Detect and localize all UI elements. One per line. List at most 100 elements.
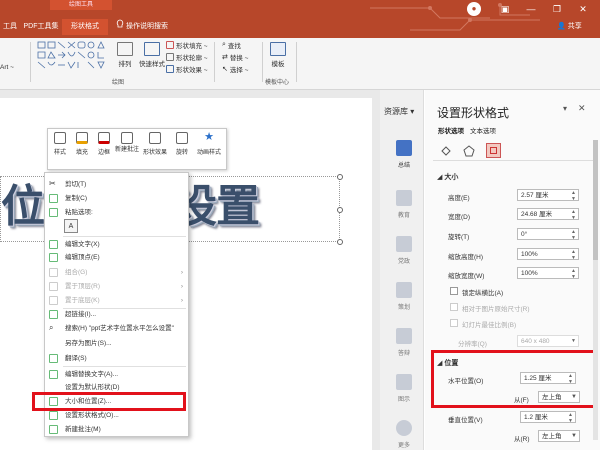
mini-outline-button[interactable]: 边框 (93, 132, 115, 166)
menu-item-search[interactable]: ⌕ 搜索(H) "ppt艺术字位置水平怎么设置" (45, 322, 188, 335)
menu-item-new-comment[interactable]: 新建批注(M) (45, 423, 188, 436)
group-separator (30, 42, 31, 82)
pane-title: 设置形状格式 (437, 106, 510, 120)
template-button[interactable]: 模板 (268, 42, 288, 68)
spinner-icon[interactable]: ▲ ▼ (571, 190, 576, 202)
replace-button[interactable]: ⇄ 替换 ~ (222, 52, 248, 62)
resize-handle[interactable] (337, 239, 343, 245)
spinner-icon[interactable]: ▲ ▼ (568, 412, 573, 424)
menu-item-translate[interactable]: 翻译(S) (45, 352, 188, 365)
format-shape-icon (49, 411, 58, 420)
resource-library-header[interactable]: 资源库 ▾ (384, 106, 414, 117)
shape-outline-button[interactable]: 形状轮廓 ~ (166, 52, 208, 62)
user-avatar-icon[interactable]: ● (467, 2, 481, 16)
mini-fill-button[interactable]: 填充 (71, 132, 93, 166)
scrollbar-thumb[interactable] (593, 140, 598, 260)
menu-item-hyperlink[interactable]: 超链接(I)... (45, 308, 188, 321)
library-item-defense[interactable]: 答辩 (386, 328, 422, 357)
spinner-icon[interactable]: ▲ ▼ (571, 229, 576, 241)
resize-handle[interactable] (337, 207, 343, 213)
mini-effects-button[interactable]: 形状效果 (141, 132, 169, 166)
vertical-position-input[interactable]: 1.2 厘米 ▲ ▼ (520, 411, 576, 424)
spinner-icon[interactable]: ▲ ▼ (571, 209, 576, 221)
menu-item-save-as-picture[interactable]: 另存为图片(S)... (45, 337, 188, 350)
copy-icon (49, 194, 58, 203)
library-item-education[interactable]: 教育 (386, 190, 422, 219)
resolution-select[interactable]: 640 x 480 ▼ (517, 335, 579, 347)
link-icon (49, 310, 58, 319)
scale-height-input[interactable]: 100% ▲ ▼ (517, 248, 579, 261)
vertical-position-label: 垂直位置(V) (448, 417, 483, 424)
menu-item-bring-to-front[interactable]: 置于顶层(R) › (45, 280, 188, 293)
library-item-summary[interactable]: 总结 (386, 140, 422, 169)
menu-item-paste-options: 粘贴选项: (45, 206, 188, 219)
pane-options-dropdown[interactable]: ▾ (563, 104, 567, 113)
quick-styles-button[interactable]: 快速样式 (138, 42, 166, 68)
edit-points-icon (49, 253, 58, 262)
highlight-box-position (431, 350, 596, 408)
restore-icon[interactable]: ❐ (548, 2, 566, 16)
shapes-gallery[interactable] (36, 40, 106, 72)
library-item-more[interactable]: 更多 (386, 420, 422, 449)
mini-new-comment-button[interactable]: 新建批注 (115, 132, 139, 166)
ribbon-display-icon[interactable]: ▣ (496, 2, 514, 16)
best-scale-label: 幻灯片最佳比例(B) (462, 322, 517, 329)
mini-rotate-button[interactable]: 旋转 (171, 132, 193, 166)
size-section-header[interactable]: ◢ 大小 (437, 172, 458, 182)
fill-line-icon[interactable] (440, 145, 452, 157)
size-properties-icon[interactable] (486, 143, 501, 158)
mini-style-button[interactable]: 样式 (49, 132, 71, 166)
group-icon (49, 268, 58, 277)
best-scale-checkbox[interactable] (450, 319, 458, 327)
rotation-input[interactable]: 0° ▲ ▼ (517, 228, 579, 241)
relative-size-checkbox[interactable] (450, 303, 458, 311)
shape-fill-button[interactable]: 形状填充 ~ (166, 40, 208, 50)
arrange-button[interactable]: 排列 (116, 42, 134, 68)
menu-item-send-to-back[interactable]: 置于底层(K) › (45, 294, 188, 307)
width-input[interactable]: 24.68 厘米 ▲ ▼ (517, 208, 579, 221)
quick-styles-icon (144, 42, 160, 56)
tab-shape-format[interactable]: 形状格式 (62, 19, 108, 35)
library-item-diagram[interactable]: 图示 (386, 374, 422, 403)
spinner-icon[interactable]: ▲ ▼ (571, 249, 576, 261)
effects-icon[interactable] (463, 145, 475, 157)
share-button[interactable]: 👤 共享 (557, 21, 582, 31)
menu-item-edit-points[interactable]: 编辑顶点(E) (45, 251, 188, 264)
tab-text-options[interactable]: 文本选项 (470, 125, 496, 135)
chevron-right-icon: › (180, 269, 183, 276)
pen-icon (166, 53, 174, 61)
from-label-2: 从(R) (514, 436, 530, 443)
search-icon: ⌕ (49, 323, 54, 332)
tab-tools[interactable]: 工具 (0, 19, 20, 35)
arrange-icon (117, 42, 133, 56)
pane-scrollbar[interactable] (593, 140, 598, 440)
menu-item-edit-text[interactable]: 编辑文字(X) (45, 238, 188, 251)
close-icon[interactable]: ✕ (574, 2, 592, 16)
find-button[interactable]: ⌕ 查找 (222, 40, 241, 50)
tell-me-search[interactable]: 操作说明搜索 (126, 19, 186, 35)
star-icon: ★ (204, 131, 214, 143)
resize-handle[interactable] (337, 174, 343, 180)
menu-item-edit-alt-text[interactable]: 编辑替换文字(A)... (45, 368, 188, 381)
height-input[interactable]: 2.57 厘米 ▲ ▼ (517, 189, 579, 202)
menu-item-cut[interactable]: ✂ 剪切(T) (45, 178, 188, 191)
scale-width-input[interactable]: 100% ▲ ▼ (517, 267, 579, 280)
clipboard-icon (49, 208, 58, 217)
menu-item-group[interactable]: 组合(G) › (45, 266, 188, 279)
paste-text-only-icon[interactable]: A (64, 219, 78, 233)
shape-effects-button[interactable]: 形状效果 ~ (166, 64, 208, 74)
menu-item-copy[interactable]: 复制(C) (45, 192, 188, 205)
library-item-planning[interactable]: 策划 (386, 282, 422, 311)
alt-text-icon (49, 370, 58, 379)
mini-animation-button[interactable]: ★ 动画样式 (194, 132, 224, 166)
pane-close-icon[interactable]: ✕ (578, 103, 586, 114)
lock-aspect-checkbox[interactable] (450, 287, 458, 295)
library-item-party[interactable]: 党政 (386, 236, 422, 265)
minimize-icon[interactable]: — (522, 2, 540, 16)
spinner-icon[interactable]: ▲ ▼ (571, 268, 576, 280)
vertical-from-select[interactable]: 左上角 ▼ (538, 430, 580, 442)
person-icon: 👤 (557, 23, 566, 30)
tab-pdf-tools[interactable]: PDF工具集 (20, 19, 62, 35)
tab-shape-options[interactable]: 形状选项 (438, 125, 464, 135)
select-button[interactable]: ↖ 选择 ~ (222, 64, 248, 74)
